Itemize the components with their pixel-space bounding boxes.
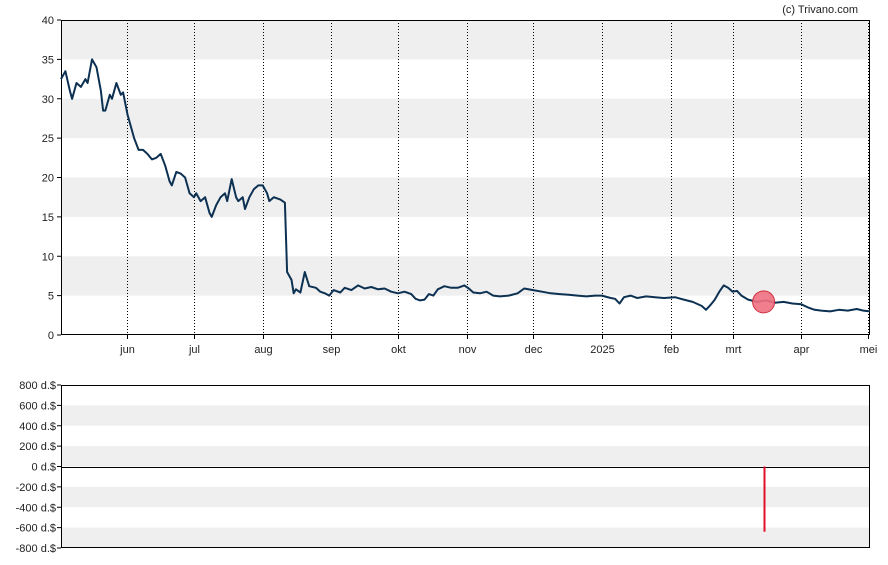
- grid-band: [61, 98, 870, 139]
- grid-band: [61, 527, 870, 548]
- x-tick-label: sep: [323, 344, 341, 356]
- y-tick-label: 400 d.$: [19, 421, 56, 433]
- x-tick-label: mrt: [726, 344, 742, 356]
- y-tick-label: 600 d.$: [19, 400, 56, 412]
- y-tick-label: 5: [48, 291, 54, 303]
- x-tick-label: apr: [794, 344, 810, 356]
- x-tick-label: mei: [860, 344, 878, 356]
- y-tick-label: -600 d.$: [16, 523, 56, 535]
- event-marker: [752, 290, 776, 314]
- grid-band: [61, 256, 870, 296]
- grid-band: [61, 405, 870, 426]
- y-tick-label: 0 d.$: [32, 462, 56, 474]
- y-tick-label: 200 d.$: [19, 441, 56, 453]
- y-tick-label: -400 d.$: [16, 502, 56, 514]
- x-tick-label: feb: [664, 344, 679, 356]
- grid-band: [61, 486, 870, 508]
- y-tick-label: 35: [42, 54, 54, 66]
- volume-chart: 800 d.$ 600 d.$ 400 d.$ 200 d.$ 0 d.$ -200 d.…: [16, 380, 870, 555]
- y-tick-label: 30: [42, 94, 54, 106]
- y-tick-label: 15: [42, 212, 54, 224]
- y-tick-label: 40: [42, 15, 54, 27]
- credit-label: (c) Trivano.com: [782, 4, 858, 16]
- grid-band: [61, 446, 870, 467]
- y-tick-label: 10: [42, 251, 54, 263]
- x-tick-label: jun: [119, 344, 135, 356]
- y-tick-label: 25: [42, 133, 54, 145]
- y-tick-label: 20: [42, 173, 54, 185]
- x-tick-label: aug: [254, 344, 272, 356]
- x-tick-label: okt: [391, 344, 406, 356]
- y-tick-label: 0: [48, 330, 54, 342]
- y-tick-label: 800 d.$: [19, 380, 56, 392]
- y-tick-label: -200 d.$: [16, 482, 56, 494]
- grid-band: [61, 20, 870, 60]
- chart-canvas: (c) Trivano.com jun jul aug sep okt nov dec 202…: [16, 4, 878, 555]
- x-tick-label: 2025: [590, 344, 614, 356]
- price-chart: jun jul aug sep okt nov dec 2025 feb mrt apr mei051…: [42, 15, 878, 356]
- x-tick-label: nov: [459, 344, 477, 356]
- grid-band: [61, 177, 870, 217]
- x-tick-label: dec: [525, 344, 543, 356]
- y-tick-label: -800 d.$: [16, 543, 56, 555]
- x-tick-label: jul: [188, 344, 200, 356]
